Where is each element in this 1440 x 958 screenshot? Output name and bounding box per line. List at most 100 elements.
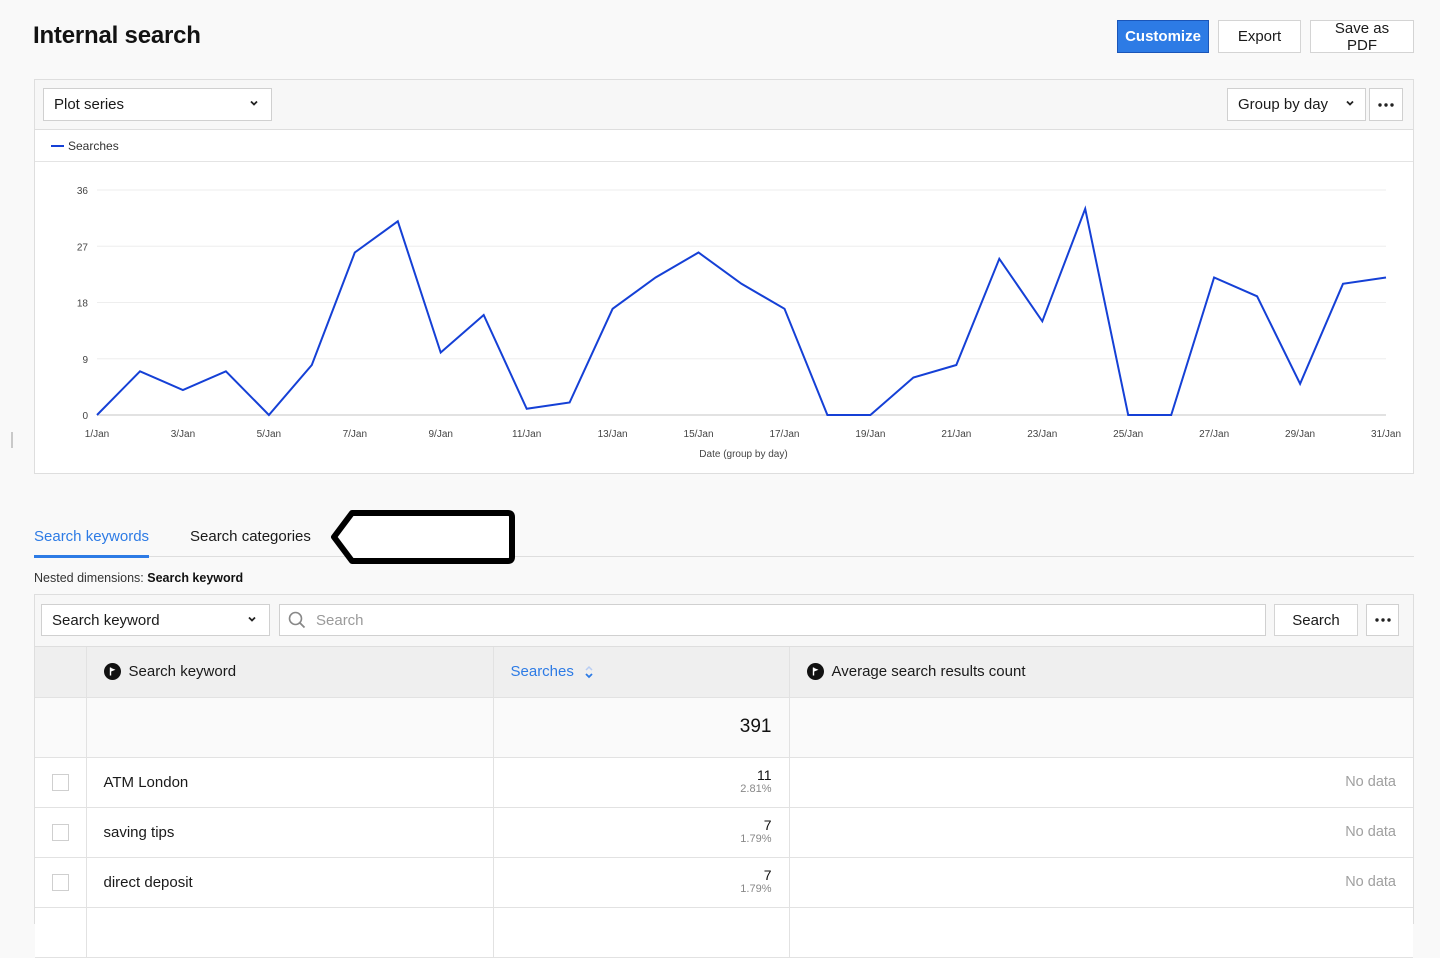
searches-value: 7 (763, 867, 772, 883)
tab-bar: Search keywords Search categories (34, 522, 1414, 558)
keyword-cell[interactable]: saving tips (86, 807, 494, 858)
table-row[interactable]: direct deposit 7 1.79% No data (35, 857, 1413, 908)
search-field[interactable] (279, 604, 1266, 636)
data-point (866, 411, 874, 419)
x-tick-label: 31/Jan (1371, 429, 1401, 440)
data-point (952, 361, 960, 369)
data-point (780, 305, 788, 313)
search-input[interactable] (314, 610, 1214, 630)
chart-legend: Searches (35, 130, 1413, 162)
line-chart: 0 9 18 27 36 1/Jan 3/Jan 5/Jan 7/Jan 9/Jan 11/Jan 1… (77, 186, 1401, 460)
keyword-cell[interactable]: ATM London (86, 757, 494, 808)
y-tick-label: 18 (77, 299, 89, 310)
data-point (93, 411, 101, 419)
chart-toolbar: Plot series Group by day (35, 80, 1413, 130)
x-tick-label: 21/Jan (941, 429, 971, 440)
tab-search-categories[interactable]: Search categories (190, 528, 311, 555)
x-tick-label: 13/Jan (598, 429, 628, 440)
chevron-down-icon (248, 616, 256, 622)
keyword-cell[interactable]: direct deposit (86, 857, 494, 908)
legend-swatch (51, 144, 64, 147)
header-average-results[interactable]: Average search results count (789, 647, 1413, 698)
tab-search-keywords[interactable]: Search keywords (34, 528, 150, 558)
total-searches: 391 (493, 697, 790, 758)
data-point (823, 411, 831, 419)
y-tick-label: 27 (77, 242, 89, 253)
average-results-cell: No data (789, 807, 1413, 858)
table-row[interactable]: saving tips 7 1.79% No data (35, 807, 1413, 858)
searches-value: 7 (763, 817, 772, 833)
header-search-keyword[interactable]: Search keyword (86, 647, 494, 698)
data-point (136, 367, 144, 375)
data-point (1210, 274, 1218, 282)
page-title: Internal search (33, 22, 201, 49)
data-point (909, 374, 917, 382)
header-label: Searches (510, 663, 574, 681)
customize-button[interactable]: Customize (1117, 20, 1209, 53)
row-checkbox[interactable] (51, 823, 69, 841)
header-label: Search keyword (128, 663, 237, 681)
average-results-cell: No data (789, 757, 1413, 808)
data-point (1382, 274, 1390, 282)
x-tick-label: 5/Jan (257, 429, 281, 440)
save-as-pdf-button[interactable]: Save as PDF (1310, 20, 1414, 54)
resize-handle[interactable] (11, 432, 13, 448)
data-point (179, 386, 187, 394)
searches-cell: 7 1.79% (493, 857, 790, 908)
data-point (652, 274, 660, 282)
x-tick-label: 3/Jan (171, 429, 195, 440)
x-tick-label: 9/Jan (428, 429, 452, 440)
data-point (1253, 292, 1261, 300)
header-select-cell (35, 647, 87, 698)
dimension-select[interactable]: Search keyword (41, 604, 270, 636)
x-tick-label: 19/Jan (855, 429, 885, 440)
table-row[interactable]: ATM London 11 2.81% No data (35, 757, 1413, 808)
header-label: Average search results count (831, 663, 1026, 681)
search-button[interactable]: Search (1274, 604, 1358, 636)
table-more-button[interactable] (1366, 604, 1399, 636)
data-point (738, 280, 746, 288)
plot-series-label: Plot series (54, 96, 125, 113)
x-tick-label: 27/Jan (1199, 429, 1229, 440)
chevron-down-icon (1346, 100, 1354, 106)
total-keyword-cell (86, 697, 494, 758)
data-point (609, 305, 617, 313)
table-panel: Search keyword Search Search keyword (34, 594, 1414, 958)
flag-icon (806, 663, 824, 681)
sort-icon[interactable] (584, 665, 594, 679)
data-point (1081, 205, 1089, 213)
data-point (1038, 317, 1046, 325)
searches-percent: 2.81% (740, 783, 772, 795)
searches-cell: 7 1.79% (493, 807, 790, 858)
data-point (695, 249, 703, 257)
nested-dimensions: Nested dimensions: Search keyword (34, 571, 243, 585)
dimension-select-label: Search keyword (52, 611, 160, 629)
y-tick-label: 9 (82, 355, 88, 366)
y-tick-label: 0 (82, 411, 88, 422)
data-point (1296, 380, 1304, 388)
plot-series-select[interactable]: Plot series (43, 88, 272, 121)
ellipsis-icon (1374, 618, 1391, 622)
x-tick-label: 25/Jan (1113, 429, 1143, 440)
row-checkbox[interactable] (51, 873, 69, 891)
row-checkbox[interactable] (51, 773, 69, 791)
data-point (1339, 280, 1347, 288)
export-button[interactable]: Export (1218, 20, 1301, 53)
table-header-row: Search keyword Searches Average search r… (35, 647, 1413, 698)
legend-item-searches[interactable]: Searches (51, 139, 119, 153)
header-searches[interactable]: Searches (493, 647, 790, 698)
data-point (394, 217, 402, 225)
chart-more-button[interactable] (1369, 88, 1403, 121)
nested-dimensions-value: Search keyword (147, 571, 244, 585)
x-tick-label: 1/Jan (85, 429, 109, 440)
table-row[interactable] (35, 907, 1413, 958)
flag-icon (103, 663, 121, 681)
data-point (351, 249, 359, 257)
group-by-select[interactable]: Group by day (1227, 88, 1366, 121)
searches-percent: 1.79% (740, 833, 772, 845)
y-tick-label: 36 (77, 186, 89, 197)
data-point (523, 405, 531, 413)
x-tick-label: 23/Jan (1027, 429, 1057, 440)
data-point (480, 311, 488, 319)
total-select-cell (35, 697, 87, 758)
